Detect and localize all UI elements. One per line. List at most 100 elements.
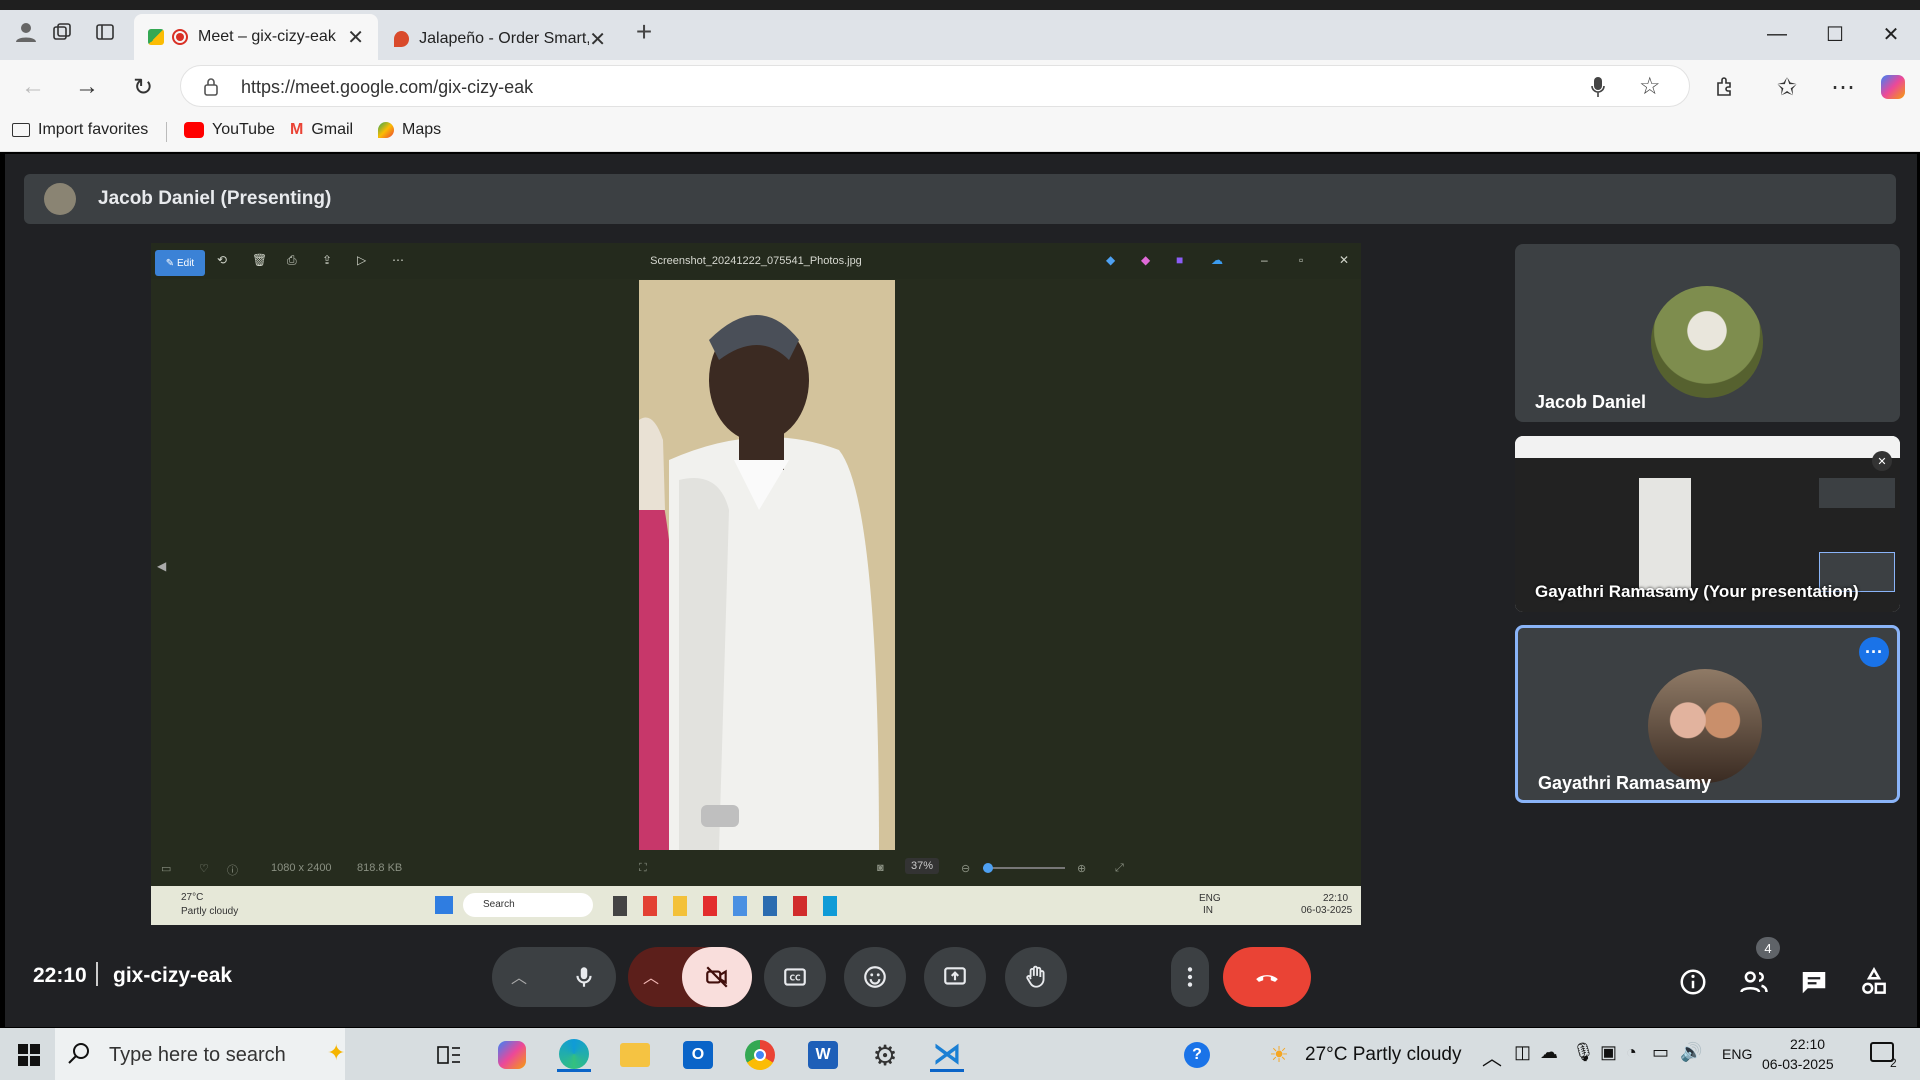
recording-icon	[172, 29, 188, 45]
edge-app-icon[interactable]	[557, 1038, 591, 1072]
camera-off-button[interactable]	[682, 947, 752, 1007]
meet-window: Jacob Daniel (Presenting) ✎ Edit ⟲ 🗑 ⎙ ⇪…	[5, 154, 1917, 1027]
windows-start-icon[interactable]	[12, 1038, 46, 1072]
vscode-icon[interactable]: ⋊	[930, 1038, 964, 1072]
audio-options-chevron-icon[interactable]: ︿	[506, 963, 532, 989]
participant-name: Gayathri Ramasamy (Your presentation)	[1535, 582, 1859, 601]
reactions-button[interactable]	[844, 947, 906, 1007]
copilot-app-icon[interactable]	[495, 1038, 529, 1072]
show-hidden-icons-icon[interactable]: ︿	[1482, 1042, 1502, 1071]
vertical-tabs-icon[interactable]	[91, 18, 119, 46]
bookmark-import-favorites[interactable]: Import favorites	[12, 121, 148, 139]
taskbar-time[interactable]: 22:10	[1790, 1036, 1825, 1052]
youtube-icon	[184, 122, 204, 138]
refresh-icon[interactable]: ↻	[126, 70, 160, 104]
chat-button[interactable]	[1796, 964, 1832, 1000]
tab-label: Meet – gix-cizy-eak	[198, 28, 336, 45]
tab-meet[interactable]: Meet – gix-cizy-eak ✕	[134, 14, 378, 60]
svg-text:CC: CC	[789, 973, 801, 982]
microphone-button[interactable]	[552, 947, 616, 1007]
file-explorer-icon[interactable]	[618, 1038, 652, 1072]
people-count-badge: 4	[1756, 937, 1780, 959]
site-info-icon[interactable]	[203, 77, 219, 102]
bookmark-maps[interactable]: Maps	[378, 121, 441, 139]
participant-tile-gayathri[interactable]: ··· Gayathri Ramasamy	[1515, 625, 1900, 803]
video-options-chevron-icon[interactable]: ︿	[638, 963, 664, 989]
volume-icon[interactable]: 🔊	[1680, 1042, 1702, 1063]
copilot-icon[interactable]	[1876, 70, 1910, 104]
search-placeholder: Type here to search	[109, 1044, 286, 1066]
taskbar-date[interactable]: 06-03-2025	[1762, 1056, 1834, 1072]
extensions-icon[interactable]	[1708, 70, 1742, 104]
outlook-icon[interactable]: O	[681, 1038, 715, 1072]
inner-close-icon: ✕	[1339, 253, 1350, 267]
tray-device-icon[interactable]: ▣	[1600, 1042, 1617, 1063]
previous-photo-icon: ◀	[157, 559, 167, 573]
profile-icon[interactable]	[12, 18, 40, 46]
bookmark-divider	[166, 122, 167, 142]
participant-tile-jacob[interactable]: Jacob Daniel	[1515, 244, 1900, 422]
word-icon[interactable]: W	[806, 1038, 840, 1072]
url-text: https://meet.google.com/gix-cizy-eak	[241, 77, 534, 97]
forward-arrow-icon[interactable]: →	[70, 70, 104, 104]
minimize-icon[interactable]: —	[1754, 16, 1800, 52]
fullscreen-icon: ⤢	[1115, 862, 1124, 874]
more-options-button[interactable]	[1171, 947, 1209, 1007]
taskbar-search-box[interactable]: Type here to search ✦	[55, 1028, 345, 1080]
address-bar[interactable]: https://meet.google.com/gix-cizy-eak ☆	[180, 65, 1690, 107]
chrome-icon[interactable]	[743, 1038, 777, 1072]
windows-taskbar: Type here to search ✦ O W ⚙ ⋊ ? ☀ 27°C P…	[0, 1028, 1920, 1080]
inner-minimize-icon: –	[1261, 253, 1268, 267]
favorite-star-icon[interactable]: ☆	[1639, 72, 1661, 101]
onedrive-tray-icon[interactable]: ☁	[1540, 1042, 1558, 1063]
participant-tile-self-presentation[interactable]: ✕ Gayathri Ramasamy (Your presentation)	[1515, 436, 1900, 612]
taskbar-weather[interactable]: 27°C Partly cloudy	[1305, 1044, 1462, 1066]
inner-maximize-icon: ▫	[1299, 253, 1304, 267]
workspaces-icon[interactable]	[48, 18, 76, 46]
navigation-bar: ← → ↻ https://meet.google.com/gix-cizy-e…	[0, 60, 1920, 112]
bookmark-gmail[interactable]: M Gmail	[290, 121, 353, 139]
raise-hand-icon	[1026, 965, 1045, 988]
meeting-time: 22:10	[33, 964, 87, 987]
activities-button[interactable]	[1856, 964, 1892, 1000]
emoji-icon	[864, 966, 886, 988]
bookmark-youtube[interactable]: YouTube	[184, 121, 275, 139]
more-vert-icon	[1187, 967, 1193, 987]
microphone-icon[interactable]	[1591, 76, 1605, 103]
weather-icon[interactable]: ☀	[1262, 1038, 1296, 1072]
tab-jalapeno[interactable]: Jalapeño - Order Smart, Eat Healt ✕	[380, 18, 620, 60]
more-options-icon[interactable]: ···	[1859, 637, 1889, 667]
captions-button[interactable]: CC	[764, 947, 826, 1007]
task-view-icon[interactable]	[432, 1038, 466, 1072]
close-window-icon[interactable]: ✕	[1868, 16, 1914, 52]
tray-app-icon[interactable]: ◫	[1514, 1042, 1531, 1063]
presenter-avatar	[44, 183, 76, 215]
activities-icon	[1862, 967, 1886, 994]
microphone-tray-icon[interactable]: 🎙	[1572, 1042, 1595, 1063]
participant-name: Jacob Daniel	[1535, 392, 1647, 412]
present-screen-button[interactable]	[924, 947, 986, 1007]
close-tab-icon[interactable]: ✕	[347, 25, 364, 50]
maximize-icon[interactable]: ☐	[1812, 16, 1858, 52]
settings-gear-icon[interactable]: ⚙	[868, 1038, 902, 1072]
back-arrow-icon[interactable]: ←	[16, 70, 50, 104]
captions-icon: CC	[784, 968, 806, 986]
end-call-icon	[1256, 975, 1278, 982]
leave-call-button[interactable]	[1223, 947, 1311, 1007]
close-tab-icon[interactable]: ✕	[589, 27, 606, 52]
battery-icon[interactable]: ▭	[1652, 1042, 1669, 1063]
meeting-info-divider	[96, 962, 98, 986]
meet-favicon-icon	[148, 29, 164, 45]
meeting-details-button[interactable]	[1675, 964, 1711, 1000]
language-indicator[interactable]: ENG	[1722, 1046, 1752, 1062]
more-options-icon[interactable]: ⋯	[1826, 70, 1860, 104]
people-button[interactable]	[1736, 964, 1772, 1000]
help-icon[interactable]: ?	[1180, 1038, 1214, 1072]
onedrive-icon: ☁	[1211, 253, 1223, 267]
raise-hand-button[interactable]	[1005, 947, 1067, 1007]
favorites-icon[interactable]: ✩	[1770, 70, 1804, 104]
wifi-icon[interactable]: ◔	[1626, 1042, 1637, 1063]
zoom-level: 37%	[905, 858, 940, 874]
new-tab-icon[interactable]: +	[630, 16, 658, 47]
inner-app-icons	[613, 896, 853, 916]
